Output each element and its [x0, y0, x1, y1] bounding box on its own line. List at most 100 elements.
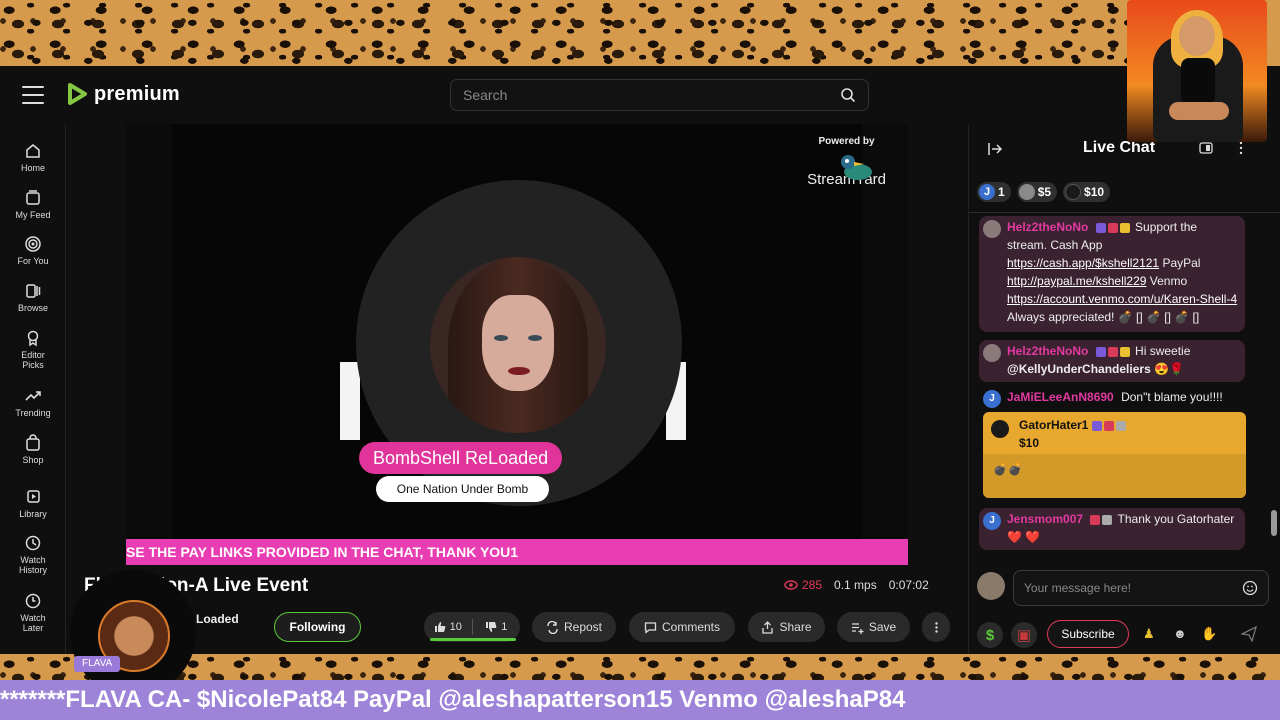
shop-icon	[26, 434, 40, 451]
sidebar-item-for-you[interactable]: For You	[0, 235, 66, 266]
avatar: J	[983, 512, 1001, 530]
host-name-pill: BombShell ReLoaded	[359, 442, 563, 474]
tip-chips: J1 $5 $10	[977, 182, 1111, 202]
logo-icon	[68, 83, 87, 105]
chat-footer: $ ▣ Subscribe ♟ ☻ ✋	[969, 616, 1280, 654]
sidebar-item-label: Editor Picks	[21, 350, 45, 370]
popout-icon[interactable]	[1199, 142, 1213, 154]
app-window: premium Home My Feed For You Browse Edit…	[0, 66, 1280, 654]
emote-icon[interactable]: ✋	[1201, 626, 1217, 642]
dislike-button[interactable]: 1	[473, 621, 521, 633]
more-options-button[interactable]	[922, 612, 950, 642]
trending-icon	[25, 391, 41, 401]
mention[interactable]: @KellyUnderChandeliers	[1007, 362, 1151, 376]
stream-stats: 285 0.1 mps 0:07:02	[784, 578, 929, 592]
avatar: J	[983, 390, 1001, 408]
sidebar-item-browse[interactable]: Browse	[0, 282, 66, 313]
sidebar-item-library[interactable]: Library	[0, 488, 66, 519]
sidebar-item-trending[interactable]: Trending	[0, 387, 66, 418]
tip-amount: $10	[1019, 436, 1040, 450]
menu-icon[interactable]	[22, 86, 44, 104]
tip-chip[interactable]: $5	[1016, 182, 1058, 202]
chat-username[interactable]: GatorHater1	[1019, 418, 1128, 432]
sidebar-item-my-feed[interactable]: My Feed	[0, 189, 66, 220]
subscribe-button[interactable]: Subscribe	[1047, 620, 1129, 648]
leopard-background-top	[0, 0, 1280, 66]
tip-message: 💣💣	[983, 454, 1246, 498]
sidebar-item-label: Home	[20, 163, 45, 173]
collapse-chat-icon[interactable]	[987, 141, 1003, 157]
comments-button[interactable]: Comments	[629, 612, 735, 642]
repost-button[interactable]: Repost	[532, 612, 616, 642]
message-text: Don"t blame you!!!!	[1121, 390, 1223, 404]
sidebar-item-label: My Feed	[15, 210, 51, 220]
clock-icon	[25, 593, 41, 609]
avatar	[983, 220, 1001, 238]
venmo-link[interactable]: https://account.venmo.com/u/Karen-Shell-…	[1007, 292, 1237, 306]
following-button[interactable]: Following	[274, 612, 361, 642]
tip-username: GatorHater1	[1019, 418, 1089, 432]
sidebar-item-shop[interactable]: Shop	[0, 434, 66, 465]
chat-username[interactable]: JaMiELeeAnN8690	[1007, 390, 1114, 404]
viewer-count-value: 285	[802, 578, 823, 592]
playlist-add-icon	[851, 622, 864, 634]
badge-icon	[1103, 420, 1114, 431]
badge-icon	[1119, 346, 1130, 357]
eye-icon	[784, 580, 798, 590]
search-input[interactable]	[463, 87, 840, 103]
tip-dollar-icon[interactable]: $	[977, 622, 1003, 648]
save-button[interactable]: Save	[837, 612, 910, 642]
message-emoji: 😍🌹	[1150, 362, 1184, 376]
send-icon[interactable]	[1241, 626, 1257, 642]
feed-icon	[26, 190, 40, 205]
badge-icon	[1090, 514, 1101, 525]
repost-icon	[547, 620, 558, 634]
chat-message: Helz2theNoNo Support the stream. Cash Ap…	[979, 216, 1245, 332]
sidebar-item-label: Shop	[22, 455, 44, 465]
top-bar: premium	[0, 66, 968, 124]
tip-chip[interactable]: $10	[1063, 182, 1111, 202]
badge-icon	[1095, 346, 1106, 357]
paypal-link[interactable]: http://paypal.me/kshell229	[1007, 274, 1146, 288]
chip-avatar	[1065, 184, 1082, 200]
scrollbar-thumb[interactable]	[1271, 510, 1277, 536]
logo[interactable]: premium	[66, 82, 180, 106]
host-photo	[430, 257, 606, 433]
message-text: Hi sweetie	[1135, 344, 1191, 358]
sidebar-item-watch-history[interactable]: Watch History	[0, 534, 66, 575]
chat-username[interactable]: Jensmom007	[1007, 512, 1083, 526]
chip-avatar	[1018, 184, 1035, 200]
chat-input-box[interactable]	[1013, 570, 1269, 606]
chat-menu-icon[interactable]	[1237, 141, 1245, 155]
emote-icon[interactable]: ☻	[1173, 626, 1189, 642]
sidebar-item-home[interactable]: Home	[0, 142, 66, 173]
badge-icon	[1102, 514, 1113, 525]
emoji-icon[interactable]	[1242, 580, 1258, 596]
sidebar-item-editor-picks[interactable]: Editor Picks	[0, 329, 66, 370]
like-button[interactable]: 10	[424, 621, 472, 633]
history-icon	[25, 535, 41, 551]
chip-value: 1	[998, 185, 1005, 199]
cashapp-link[interactable]: https://cash.app/$kshell2121	[1007, 256, 1159, 270]
chat-username[interactable]: Helz2theNoNo	[1007, 220, 1088, 234]
sidebar-item-label: For You	[17, 256, 49, 266]
search-box[interactable]	[450, 79, 869, 111]
sidebar-item-watch-later[interactable]: Watch Later	[0, 592, 66, 633]
ticker-text: SE THE PAY LINKS PROVIDED IN THE CHAT, T…	[126, 544, 519, 560]
home-icon	[26, 144, 40, 158]
emote-icon[interactable]: ♟	[1143, 626, 1159, 642]
channel-name[interactable]: Loaded	[196, 612, 239, 626]
video-player[interactable]: BombShell ReLoaded One Nation Under Bomb…	[126, 124, 908, 565]
vote-ratio-bar	[430, 638, 516, 641]
library-icon	[27, 490, 40, 503]
tip-chip[interactable]: J1	[977, 182, 1011, 202]
badge-icon	[1119, 222, 1130, 233]
search-icon[interactable]	[840, 87, 856, 103]
gift-icon[interactable]: ▣	[1011, 622, 1037, 648]
chat-scrollbar[interactable]	[1271, 220, 1277, 550]
chat-message-input[interactable]	[1024, 581, 1242, 595]
chat-username[interactable]: Helz2theNoNo	[1007, 344, 1088, 358]
share-button[interactable]: Share	[748, 612, 825, 642]
avatar	[991, 420, 1009, 438]
badge-icon	[1091, 420, 1102, 431]
